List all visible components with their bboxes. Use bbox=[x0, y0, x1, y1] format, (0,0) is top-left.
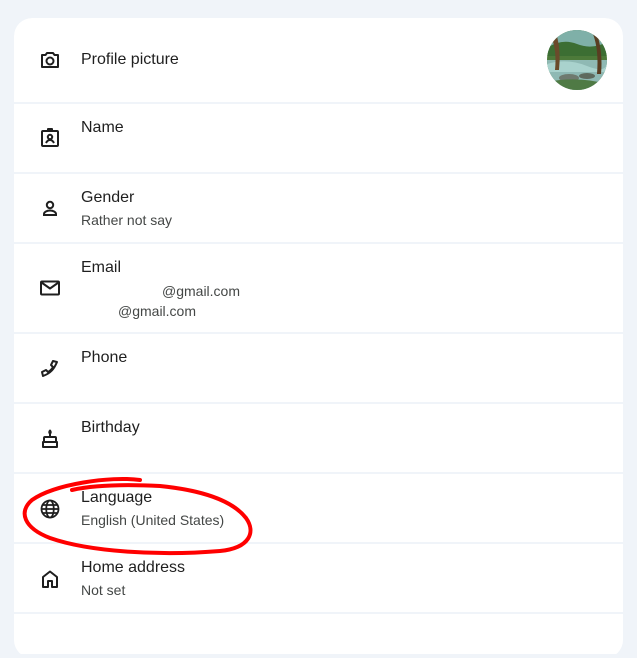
language-value: English (United States) bbox=[81, 512, 225, 528]
home-address-value: Not set bbox=[81, 582, 126, 598]
profile-picture-row[interactable]: Profile picture bbox=[14, 18, 623, 102]
birthday-label: Birthday bbox=[81, 419, 140, 436]
phone-icon bbox=[38, 357, 62, 381]
name-row[interactable]: Name bbox=[14, 104, 623, 172]
email-row[interactable]: Email @gmail.com @gmail.com bbox=[14, 244, 623, 332]
home-address-row[interactable]: Home address Not set bbox=[14, 544, 623, 612]
badge-icon bbox=[38, 126, 62, 150]
camera-icon bbox=[38, 48, 62, 72]
home-address-label: Home address bbox=[81, 559, 186, 576]
personal-info-card: Profile picture Name Gender Rather not s… bbox=[14, 18, 623, 658]
email-label: Email bbox=[81, 259, 122, 276]
email-value-secondary: @gmail.com bbox=[118, 303, 197, 319]
name-label: Name bbox=[81, 119, 124, 136]
phone-row[interactable]: Phone bbox=[14, 334, 623, 402]
home-icon bbox=[38, 567, 62, 591]
globe-icon bbox=[38, 497, 62, 521]
language-row[interactable]: Language English (United States) bbox=[14, 474, 623, 542]
next-row-partial bbox=[14, 614, 623, 654]
email-value-primary: @gmail.com bbox=[162, 283, 241, 299]
gender-row[interactable]: Gender Rather not say bbox=[14, 174, 623, 242]
language-label: Language bbox=[81, 489, 153, 506]
person-icon bbox=[38, 196, 62, 220]
phone-label: Phone bbox=[81, 349, 128, 366]
mail-icon bbox=[38, 276, 62, 300]
gender-label: Gender bbox=[81, 189, 135, 206]
cake-icon bbox=[38, 427, 62, 451]
profile-picture-label: Profile picture bbox=[81, 51, 179, 68]
birthday-row[interactable]: Birthday bbox=[14, 404, 623, 472]
avatar[interactable] bbox=[547, 30, 607, 90]
gender-value: Rather not say bbox=[81, 212, 173, 228]
